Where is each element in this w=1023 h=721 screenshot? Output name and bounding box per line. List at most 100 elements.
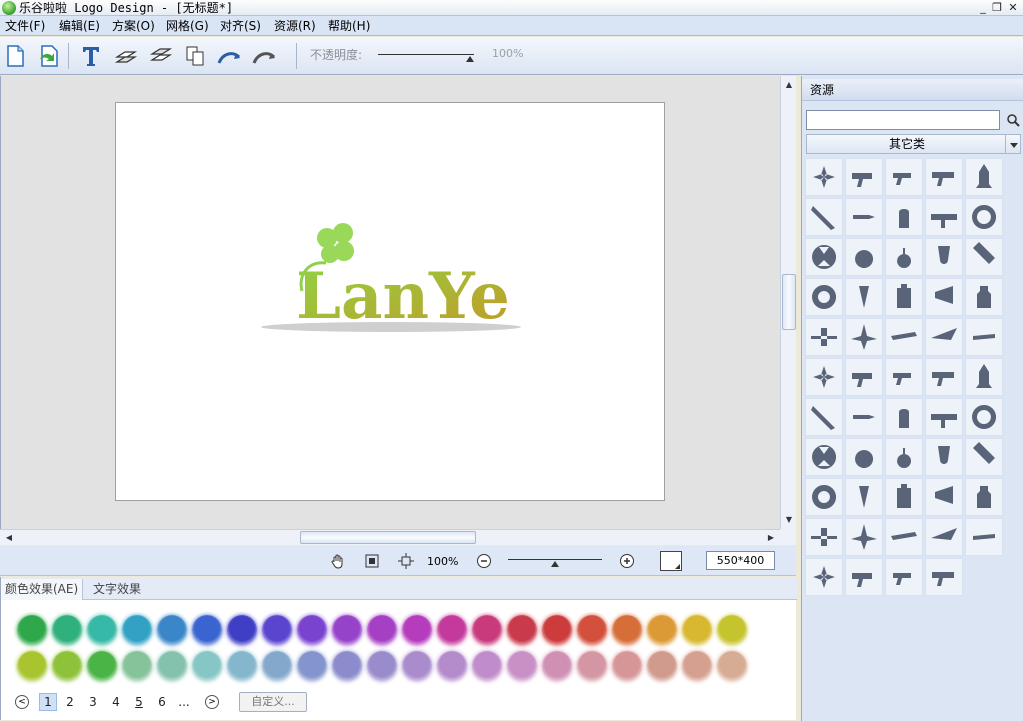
color-effect-swatch[interactable] xyxy=(87,615,117,645)
opacity-slider-thumb[interactable] xyxy=(466,56,474,62)
minimize-button[interactable]: _ xyxy=(976,0,990,15)
color-effect-swatch[interactable] xyxy=(122,615,152,645)
resource-item[interactable] xyxy=(805,198,843,236)
color-effect-swatch[interactable] xyxy=(437,615,467,645)
color-effect-swatch[interactable] xyxy=(192,615,222,645)
resource-item[interactable] xyxy=(885,318,923,356)
color-effect-swatch[interactable] xyxy=(17,651,47,681)
resource-item[interactable] xyxy=(885,558,923,596)
resource-item[interactable] xyxy=(845,318,883,356)
resource-item[interactable] xyxy=(965,158,1003,196)
color-effect-swatch[interactable] xyxy=(472,651,502,681)
menu-edit[interactable]: 编辑(E) xyxy=(59,18,100,34)
design-canvas[interactable]: LanYe xyxy=(115,102,665,501)
actual-size-button[interactable] xyxy=(398,553,414,569)
color-effect-swatch[interactable] xyxy=(472,615,502,645)
duplicate-button[interactable] xyxy=(182,43,208,69)
scroll-down-icon[interactable]: ▼ xyxy=(782,513,796,527)
resource-item[interactable] xyxy=(885,278,923,316)
resource-item[interactable] xyxy=(965,278,1003,316)
color-effect-swatch[interactable] xyxy=(157,651,187,681)
tab-color-effects[interactable]: 颜色效果(AE) xyxy=(1,579,84,600)
resource-search-button[interactable] xyxy=(1005,110,1021,130)
canvas-size-field[interactable]: 550*400 xyxy=(706,551,775,570)
send-backward-button[interactable] xyxy=(148,43,174,69)
flip-horizontal-button[interactable] xyxy=(216,43,242,69)
scroll-right-icon[interactable]: ▶ xyxy=(764,531,778,545)
resource-item[interactable] xyxy=(885,158,923,196)
color-effect-swatch[interactable] xyxy=(332,651,362,681)
color-effect-swatch[interactable] xyxy=(332,615,362,645)
resource-item[interactable] xyxy=(845,278,883,316)
resource-item[interactable] xyxy=(805,158,843,196)
color-effect-swatch[interactable] xyxy=(437,651,467,681)
resource-item[interactable] xyxy=(845,158,883,196)
resource-search-input[interactable] xyxy=(806,110,1000,130)
resource-item[interactable] xyxy=(925,158,963,196)
color-effect-swatch[interactable] xyxy=(682,615,712,645)
tab-text-effects[interactable]: 文字效果 xyxy=(89,579,145,600)
color-effect-swatch[interactable] xyxy=(717,651,747,681)
color-effect-swatch[interactable] xyxy=(612,651,642,681)
resource-item[interactable] xyxy=(845,238,883,276)
vertical-scroll-thumb[interactable] xyxy=(782,274,796,330)
resource-item[interactable] xyxy=(925,318,963,356)
menu-grid[interactable]: 网格(G) xyxy=(166,18,209,34)
fit-page-button[interactable] xyxy=(364,553,380,569)
opacity-slider[interactable] xyxy=(378,49,474,63)
color-effect-swatch[interactable] xyxy=(367,651,397,681)
resource-item[interactable] xyxy=(805,278,843,316)
pan-hand-button[interactable] xyxy=(330,553,346,569)
color-effect-swatch[interactable] xyxy=(87,651,117,681)
next-page-button[interactable]: > xyxy=(205,695,219,709)
color-effect-swatch[interactable] xyxy=(157,615,187,645)
flip-vertical-button[interactable] xyxy=(251,43,277,69)
menu-help[interactable]: 帮助(H) xyxy=(328,18,370,34)
resource-item[interactable] xyxy=(845,478,883,516)
horizontal-scroll-thumb[interactable] xyxy=(300,531,476,544)
page-1[interactable]: 1 xyxy=(39,693,57,711)
resource-item[interactable] xyxy=(965,438,1003,476)
resource-item[interactable] xyxy=(965,398,1003,436)
color-effect-swatch[interactable] xyxy=(17,615,47,645)
logo-artwork[interactable]: LanYe xyxy=(116,103,664,500)
new-document-button[interactable] xyxy=(2,43,28,69)
resource-item[interactable] xyxy=(965,358,1003,396)
color-effect-swatch[interactable] xyxy=(297,651,327,681)
resource-item[interactable] xyxy=(805,438,843,476)
resource-item[interactable] xyxy=(885,358,923,396)
resource-item[interactable] xyxy=(845,198,883,236)
open-document-button[interactable] xyxy=(36,43,62,69)
color-effect-swatch[interactable] xyxy=(402,651,432,681)
resource-item[interactable] xyxy=(965,198,1003,236)
menu-scheme[interactable]: 方案(O) xyxy=(112,18,155,34)
color-effect-swatch[interactable] xyxy=(402,615,432,645)
custom-button[interactable]: 自定义... xyxy=(239,692,307,712)
resource-item[interactable] xyxy=(925,238,963,276)
logo-text[interactable]: LanYe xyxy=(296,259,510,334)
insert-text-button[interactable] xyxy=(78,43,104,69)
resource-item[interactable] xyxy=(845,398,883,436)
zoom-slider[interactable] xyxy=(508,554,602,568)
color-effect-swatch[interactable] xyxy=(227,615,257,645)
page-4[interactable]: 4 xyxy=(107,693,125,711)
resource-item[interactable] xyxy=(845,358,883,396)
color-effect-swatch[interactable] xyxy=(612,615,642,645)
vertical-scrollbar[interactable]: ▲ ▼ xyxy=(780,76,796,529)
close-button[interactable]: ✕ xyxy=(1006,0,1020,15)
color-effect-swatch[interactable] xyxy=(227,651,257,681)
resource-item[interactable] xyxy=(885,478,923,516)
color-effect-swatch[interactable] xyxy=(192,651,222,681)
color-effect-swatch[interactable] xyxy=(297,615,327,645)
page-3[interactable]: 3 xyxy=(84,693,102,711)
resource-item[interactable] xyxy=(965,238,1003,276)
resource-item[interactable] xyxy=(805,238,843,276)
page-6[interactable]: 6 xyxy=(153,693,171,711)
resource-item[interactable] xyxy=(965,478,1003,516)
color-effect-swatch[interactable] xyxy=(647,615,677,645)
color-effect-swatch[interactable] xyxy=(577,615,607,645)
resource-item[interactable] xyxy=(805,518,843,556)
resource-item[interactable] xyxy=(925,558,963,596)
zoom-in-button[interactable] xyxy=(619,553,635,569)
color-effect-swatch[interactable] xyxy=(542,615,572,645)
